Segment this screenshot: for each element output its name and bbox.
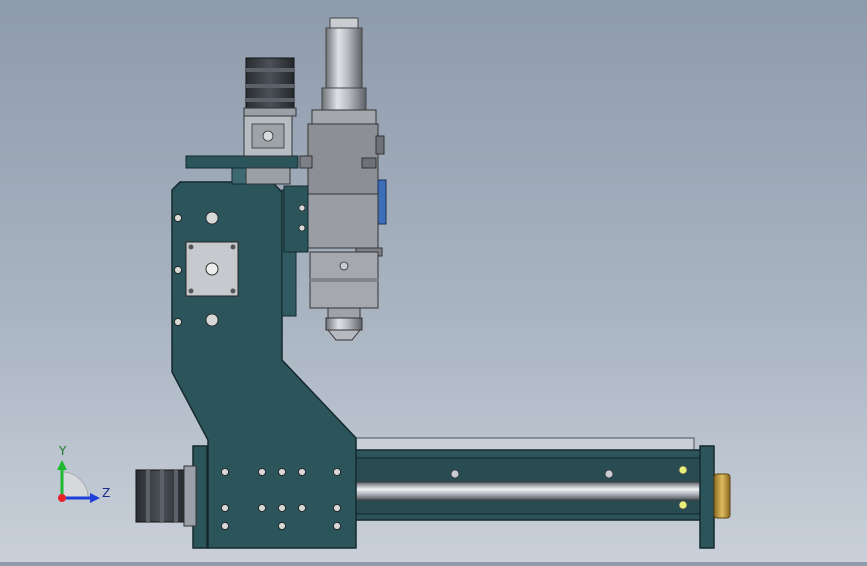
y-axis-arrow [57,460,67,470]
x-axis-origin [58,494,66,502]
z-axis-arrow [90,493,100,503]
guide-rod [351,481,715,501]
end-plate-right [699,445,715,549]
rail-bolt-highlight [678,500,688,510]
rail-bolt [604,469,614,479]
coordinate-triad: Y Z [57,444,110,503]
laser-head [283,17,387,341]
rail-top-cover [299,437,695,451]
cad-viewport[interactable]: Y Z [0,0,867,562]
gold-coupling [713,473,731,519]
cad-model-svg: Y Z [57,17,731,549]
blue-window [377,179,387,225]
y-axis-label: Y [58,444,67,458]
stepper-motor-x [135,465,197,527]
rail-bolt [450,469,460,479]
stepper-motor-z-face [185,241,239,297]
top-motor-assembly [185,57,299,185]
z-axis-label: Z [102,486,110,500]
rail-bolt-highlight [678,465,688,475]
triad-quadrant [61,471,89,499]
